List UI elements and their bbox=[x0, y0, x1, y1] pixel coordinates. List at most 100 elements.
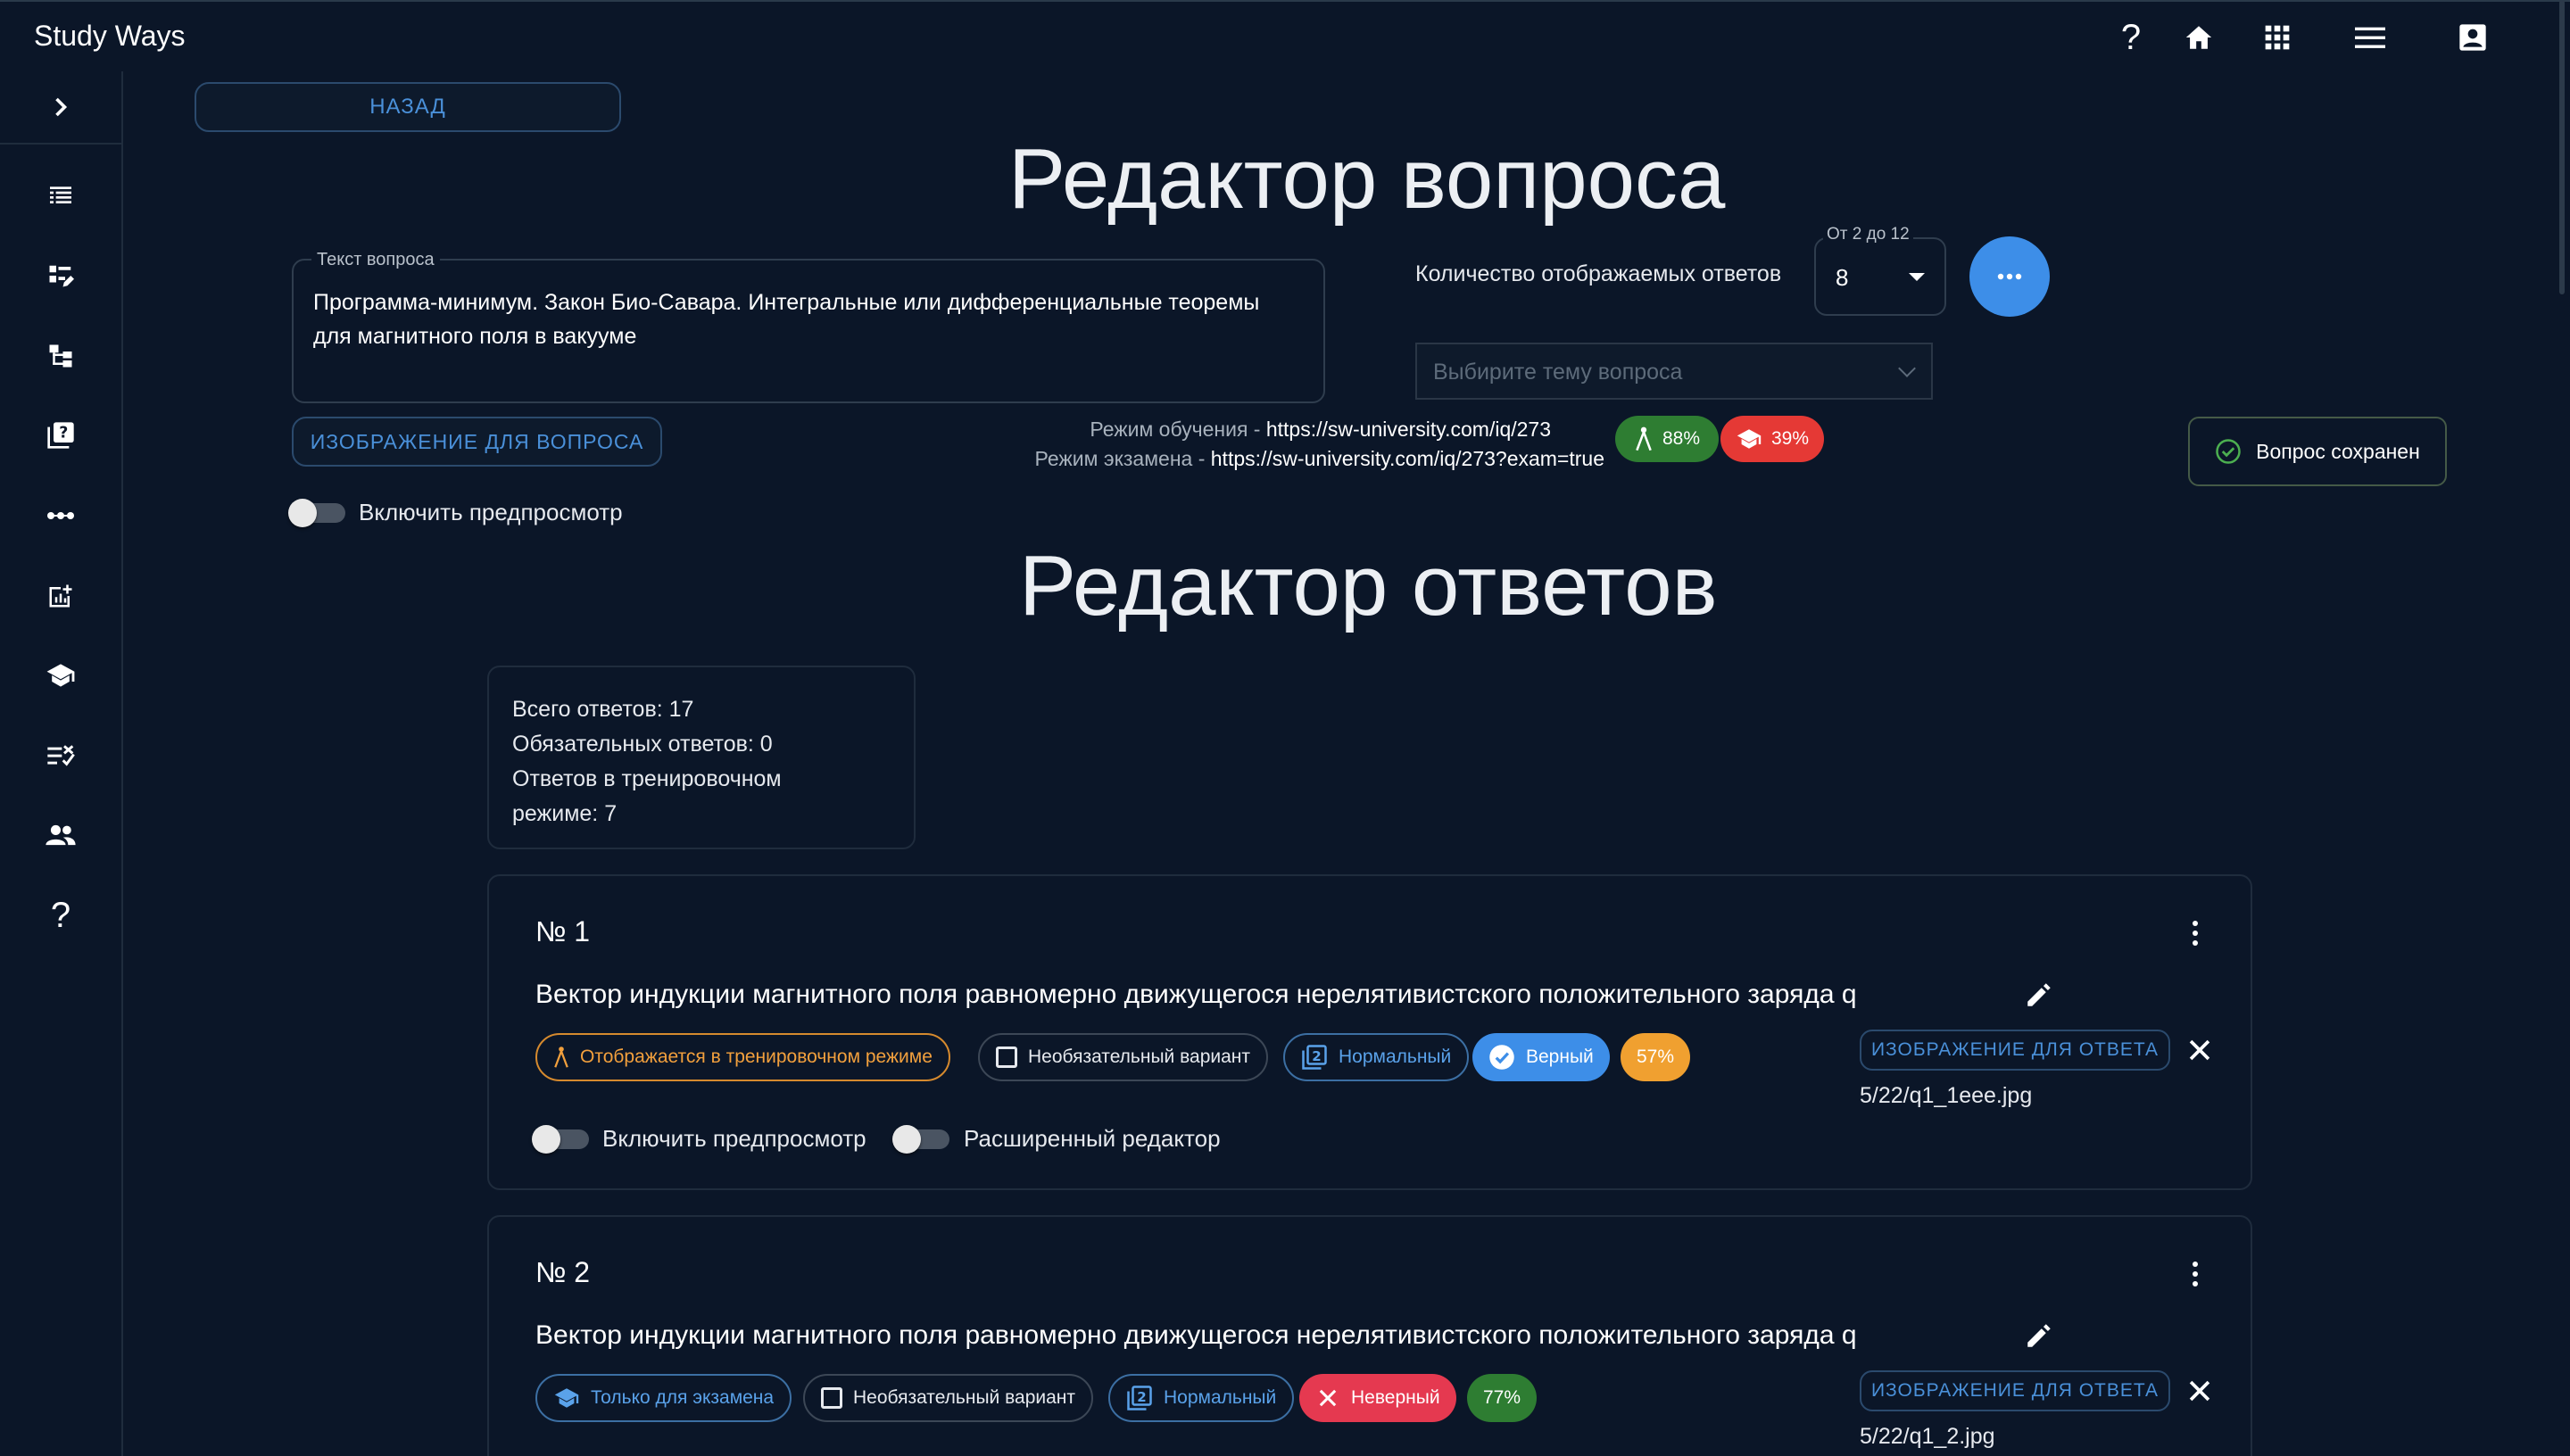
answer-card: № 2 Вектор индукции магнитного поля равн… bbox=[487, 1215, 2252, 1456]
answer-preview-label: Включить предпросмотр bbox=[602, 1125, 866, 1152]
sidebar-item-school-icon[interactable] bbox=[0, 649, 121, 702]
exam-mode-label: Режим экзамена - bbox=[1034, 447, 1211, 470]
close-icon[interactable] bbox=[2184, 1035, 2215, 1065]
answer-image-button[interactable]: ИЗОБРАЖЕНИЕ ДЛЯ ОТВЕТА bbox=[1860, 1370, 2170, 1411]
sidebar-item-tree-icon[interactable] bbox=[0, 329, 121, 383]
mode-chip-label: Отображается в тренировочном режиме bbox=[580, 1046, 933, 1067]
compass-icon bbox=[554, 1046, 568, 1068]
svg-text:2: 2 bbox=[1137, 1389, 1146, 1405]
training-pct-value: 88% bbox=[1662, 428, 1701, 449]
answers-count-select[interactable]: От 2 до 12 8 bbox=[1814, 225, 1946, 316]
training-mode-link[interactable]: https://sw-university.com/iq/273 bbox=[1266, 418, 1551, 441]
answer-text[interactable]: Вектор индукции магнитного поля равномер… bbox=[535, 1320, 1857, 1351]
menu-icon[interactable] bbox=[2350, 18, 2390, 57]
school-icon bbox=[554, 1388, 579, 1408]
difficulty-chip[interactable]: 2 Нормальный bbox=[1283, 1033, 1470, 1081]
answer-preview-toggle[interactable] bbox=[532, 1125, 589, 1154]
correctness-chip-label: Неверный bbox=[1351, 1387, 1440, 1408]
stats-total: Всего ответов: 17 bbox=[512, 697, 694, 722]
question-saved-label: Вопрос сохранен bbox=[2256, 439, 2420, 463]
apps-grid-icon[interactable] bbox=[2258, 18, 2297, 57]
correctness-chip[interactable]: Неверный bbox=[1299, 1374, 1456, 1422]
top-app-bar: Study Ways ? bbox=[0, 0, 2570, 71]
home-icon[interactable] bbox=[2179, 18, 2218, 57]
page-scrollbar[interactable] bbox=[2559, 0, 2565, 294]
correctness-chip-label: Верный bbox=[1526, 1046, 1594, 1067]
check-circle-icon bbox=[2216, 439, 2241, 464]
edit-pencil-icon[interactable] bbox=[2024, 1320, 2054, 1351]
answer-file-name: 5/22/q1_1eee.jpg bbox=[1860, 1083, 2033, 1108]
topic-select[interactable]: Выбирите тему вопроса bbox=[1415, 343, 1933, 400]
chevron-right-icon bbox=[55, 97, 68, 117]
advanced-editor-label: Расширенный редактор bbox=[964, 1125, 1221, 1152]
sidebar: ? ? bbox=[0, 71, 123, 1456]
answers-count-value: 8 bbox=[1836, 264, 1849, 291]
stats-training-line2: режиме: 7 bbox=[512, 801, 618, 826]
compass-icon bbox=[1636, 426, 1652, 451]
advanced-editor-toggle[interactable] bbox=[892, 1125, 949, 1154]
sidebar-item-help-icon[interactable]: ? bbox=[0, 889, 121, 942]
edit-pencil-icon[interactable] bbox=[2024, 980, 2054, 1010]
sidebar-item-more-horiz-icon[interactable] bbox=[0, 489, 121, 542]
training-pct-badge: 88% bbox=[1615, 416, 1719, 462]
sidebar-item-analytics-icon[interactable] bbox=[0, 569, 121, 623]
sidebar-item-users-icon[interactable] bbox=[0, 808, 121, 862]
stats-required: Обязательных ответов: 0 bbox=[512, 732, 773, 757]
sidebar-item-list-icon[interactable] bbox=[0, 170, 121, 223]
question-preview-label: Включить предпросмотр bbox=[359, 499, 623, 525]
topic-placeholder: Выбирите тему вопроса bbox=[1433, 360, 1683, 385]
difficulty-chip-label: Нормальный bbox=[1339, 1046, 1452, 1067]
sidebar-item-checklist-icon[interactable] bbox=[0, 729, 121, 782]
exam-pct-badge: 39% bbox=[1720, 416, 1824, 462]
exam-mode-link[interactable]: https://sw-university.com/iq/273?exam=tr… bbox=[1211, 447, 1604, 470]
optional-chip[interactable]: Необязательный вариант bbox=[978, 1033, 1269, 1081]
more-vert-icon[interactable] bbox=[2184, 915, 2206, 951]
answer-pct-badge: 57% bbox=[1621, 1033, 1691, 1081]
answer-file-name: 5/22/q1_2.jpg bbox=[1860, 1424, 1995, 1449]
question-text-field[interactable]: Текст вопроса Программа-минимум. Закон Б… bbox=[292, 250, 1325, 403]
checkbox-icon bbox=[821, 1387, 842, 1409]
answer-card: № 1 Вектор индукции магнитного поля равн… bbox=[487, 874, 2252, 1190]
school-icon bbox=[1737, 429, 1762, 449]
help-icon[interactable]: ? bbox=[2111, 18, 2151, 57]
question-text-label: Текст вопроса bbox=[311, 250, 440, 270]
question-saved-button[interactable]: Вопрос сохранен bbox=[2188, 417, 2447, 486]
check-circle-icon bbox=[1489, 1045, 1514, 1070]
back-button[interactable]: НАЗАД bbox=[195, 82, 621, 132]
answer-image-button[interactable]: ИЗОБРАЖЕНИЕ ДЛЯ ОТВЕТА bbox=[1860, 1030, 2170, 1071]
close-icon[interactable] bbox=[2184, 1376, 2215, 1406]
answer-number: № 1 bbox=[535, 915, 591, 947]
optional-chip-label: Необязательный вариант bbox=[1028, 1046, 1251, 1067]
svg-text:2: 2 bbox=[1312, 1048, 1321, 1064]
more-actions-button[interactable] bbox=[1969, 236, 2050, 317]
answer-text[interactable]: Вектор индукции магнитного поля равномер… bbox=[535, 980, 1857, 1010]
filter-2-icon: 2 bbox=[1302, 1045, 1327, 1070]
sidebar-item-questions-icon[interactable]: ? bbox=[0, 409, 121, 462]
optional-chip-label: Необязательный вариант bbox=[853, 1387, 1076, 1408]
question-preview-toggle[interactable] bbox=[288, 499, 345, 527]
answers-count-label: Количество отображаемых ответов bbox=[1415, 261, 1782, 286]
question-text-value[interactable]: Программа-минимум. Закон Био-Савара. Инт… bbox=[313, 285, 1295, 353]
answers-count-range: От 2 до 12 bbox=[1823, 225, 1913, 244]
sidebar-item-edit-list-icon[interactable] bbox=[0, 249, 121, 302]
difficulty-chip[interactable]: 2 Нормальный bbox=[1108, 1374, 1295, 1422]
app-title[interactable]: Study Ways bbox=[34, 20, 186, 53]
correctness-chip[interactable]: Верный bbox=[1472, 1033, 1610, 1081]
answers-editor-title: Редактор ответов bbox=[1019, 538, 1718, 633]
question-image-button[interactable]: ИЗОБРАЖЕНИЕ ДЛЯ ВОПРОСА bbox=[292, 417, 662, 467]
mode-chip[interactable]: Отображается в тренировочном режиме bbox=[535, 1033, 950, 1081]
answer-pct-value: 77% bbox=[1483, 1387, 1521, 1408]
answer-number: № 2 bbox=[535, 1256, 591, 1288]
close-icon bbox=[1319, 1389, 1337, 1407]
mode-chip-label: Только для экзамена bbox=[591, 1387, 775, 1408]
checkbox-icon bbox=[996, 1046, 1017, 1068]
account-box-icon[interactable] bbox=[2453, 18, 2492, 57]
optional-chip[interactable]: Необязательный вариант bbox=[803, 1374, 1094, 1422]
more-vert-icon[interactable] bbox=[2184, 1256, 2206, 1292]
question-editor-title: Редактор вопроса bbox=[1008, 131, 1726, 227]
sidebar-expand-button[interactable] bbox=[0, 71, 121, 145]
mode-chip[interactable]: Только для экзамена bbox=[535, 1374, 792, 1422]
answer-pct-value: 57% bbox=[1637, 1046, 1675, 1067]
stats-training-line1: Ответов в тренировочном bbox=[512, 766, 782, 791]
training-mode-line: Режим обучения - https://sw-university.c… bbox=[1023, 418, 1551, 442]
